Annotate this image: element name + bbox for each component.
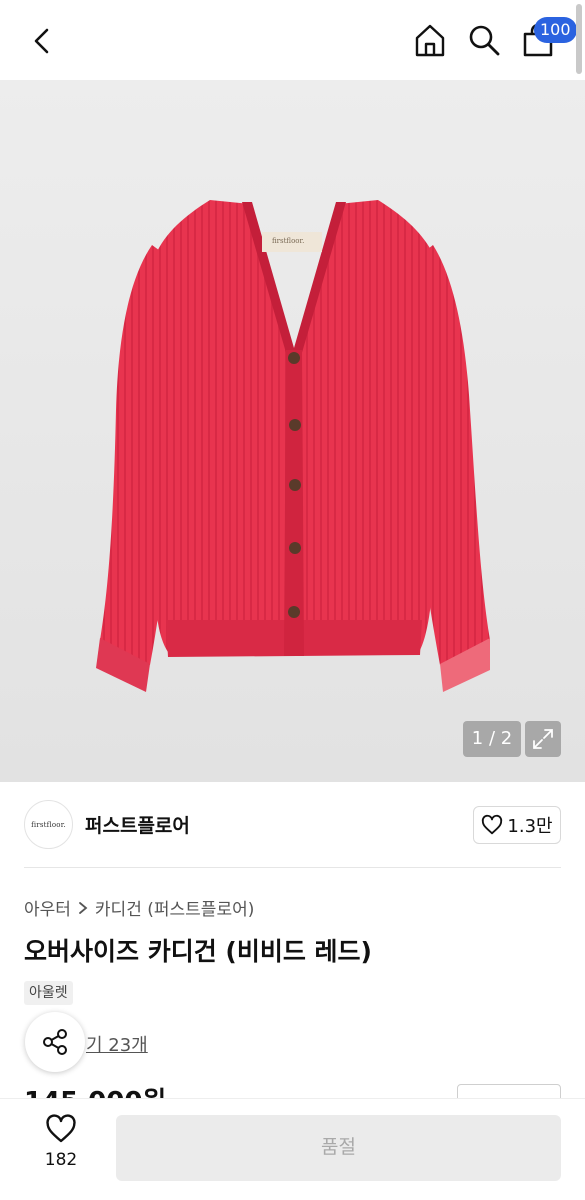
product-title: 오버사이즈 카디건 (비비드 레드): [24, 937, 372, 966]
garment-label-text: firstfloor.: [272, 237, 305, 245]
breadcrumb: 아우터 카디건 (퍼스트플로어): [24, 895, 254, 920]
brand-name[interactable]: 퍼스트플로어: [85, 811, 190, 838]
scrollbar[interactable]: [576, 4, 582, 74]
heart-outline-icon: [482, 814, 503, 835]
image-counter: 1 / 2: [463, 721, 521, 757]
breadcrumb-item-outer[interactable]: 아우터: [24, 895, 71, 920]
share-button[interactable]: [25, 1012, 85, 1072]
product-image: [0, 80, 585, 782]
product-image-gallery[interactable]: firstfloor.: [0, 80, 585, 782]
expand-icon: [533, 729, 553, 749]
search-button[interactable]: [462, 18, 506, 62]
search-icon: [469, 25, 500, 56]
review-count-link[interactable]: 기 23개: [86, 1031, 148, 1057]
back-button[interactable]: [22, 20, 64, 62]
brand-like-count: 1.3만: [507, 816, 553, 837]
top-bar: 100: [0, 0, 585, 80]
brand-like-button[interactable]: 1.3만: [473, 806, 561, 844]
chevron-left-icon: [34, 28, 49, 54]
brand-logo-text: firstfloor.: [31, 820, 66, 829]
home-button[interactable]: [408, 18, 452, 62]
expand-image-button[interactable]: [525, 721, 561, 757]
brand-logo[interactable]: firstfloor.: [24, 800, 73, 849]
outlet-badge: 아울렛: [24, 981, 73, 1005]
breadcrumb-item-cardigan[interactable]: 카디건 (퍼스트플로어): [95, 895, 254, 920]
soldout-button[interactable]: 품절: [116, 1115, 561, 1181]
heart-outline-icon: [46, 1114, 76, 1143]
divider: [24, 867, 561, 868]
share-icon: [43, 1029, 67, 1055]
chevron-right-icon: [79, 901, 88, 914]
price-text: 145,000원: [24, 1082, 166, 1098]
wishlist-count: 182: [44, 1150, 78, 1170]
cart-count-badge: 100: [534, 17, 577, 43]
home-icon: [415, 24, 445, 57]
wishlist-button[interactable]: 182: [30, 1114, 92, 1178]
